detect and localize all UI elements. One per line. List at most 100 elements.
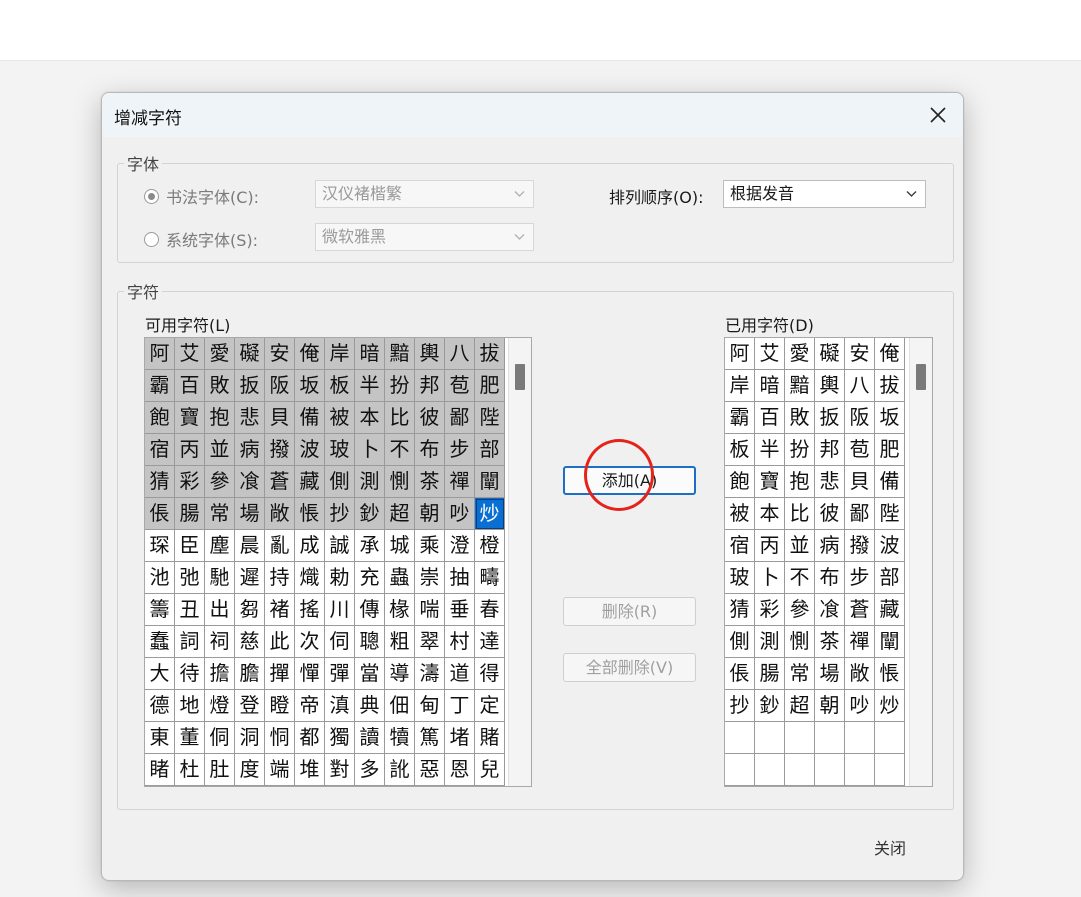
character-cell[interactable]: 抱 bbox=[205, 402, 235, 434]
character-cell[interactable]: 艾 bbox=[755, 338, 785, 370]
character-cell[interactable]: 黯 bbox=[385, 338, 415, 370]
character-cell[interactable]: 本 bbox=[355, 402, 385, 434]
character-cell[interactable]: 睹 bbox=[145, 754, 175, 786]
character-cell[interactable] bbox=[785, 754, 815, 786]
system-font-radio[interactable]: 系统字体(S): bbox=[144, 227, 258, 251]
character-cell[interactable] bbox=[725, 722, 755, 754]
character-cell[interactable]: 愛 bbox=[205, 338, 235, 370]
character-cell[interactable]: 布 bbox=[815, 562, 845, 594]
character-cell[interactable]: 成 bbox=[295, 530, 325, 562]
character-cell[interactable]: 犢 bbox=[385, 722, 415, 754]
character-cell[interactable]: 超 bbox=[385, 498, 415, 530]
character-cell[interactable]: 病 bbox=[815, 530, 845, 562]
character-cell[interactable]: 倀 bbox=[145, 498, 175, 530]
character-cell[interactable]: 彼 bbox=[415, 402, 445, 434]
character-cell[interactable]: 吵 bbox=[445, 498, 475, 530]
character-cell[interactable]: 道 bbox=[445, 658, 475, 690]
character-cell[interactable]: 翠 bbox=[415, 626, 445, 658]
character-cell[interactable]: 板 bbox=[325, 370, 355, 402]
character-cell[interactable]: 阿 bbox=[725, 338, 755, 370]
character-cell[interactable]: 艾 bbox=[175, 338, 205, 370]
character-cell[interactable]: 訛 bbox=[385, 754, 415, 786]
character-cell[interactable]: 闡 bbox=[875, 626, 905, 658]
character-cell[interactable] bbox=[875, 754, 905, 786]
character-cell[interactable]: 板 bbox=[725, 434, 755, 466]
character-cell[interactable]: 場 bbox=[815, 658, 845, 690]
character-cell[interactable]: 禪 bbox=[445, 466, 475, 498]
character-cell[interactable]: 百 bbox=[755, 402, 785, 434]
character-cell[interactable]: 肥 bbox=[875, 434, 905, 466]
character-cell[interactable]: 恫 bbox=[265, 722, 295, 754]
character-cell[interactable]: 常 bbox=[785, 658, 815, 690]
character-cell[interactable]: 亂 bbox=[265, 530, 295, 562]
used-scrollbar[interactable] bbox=[909, 338, 932, 786]
character-cell[interactable]: 城 bbox=[385, 530, 415, 562]
character-cell[interactable]: 抱 bbox=[785, 466, 815, 498]
character-cell[interactable]: 扮 bbox=[785, 434, 815, 466]
character-cell[interactable]: 椽 bbox=[385, 594, 415, 626]
character-cell[interactable]: 炒 bbox=[475, 498, 505, 530]
character-cell[interactable]: 寶 bbox=[755, 466, 785, 498]
character-cell[interactable]: 布 bbox=[415, 434, 445, 466]
character-cell[interactable]: 八 bbox=[845, 370, 875, 402]
character-cell[interactable]: 部 bbox=[475, 434, 505, 466]
character-cell[interactable]: 喘 bbox=[415, 594, 445, 626]
character-cell[interactable]: 蒼 bbox=[845, 594, 875, 626]
character-cell[interactable]: 輿 bbox=[815, 370, 845, 402]
character-cell[interactable]: 拔 bbox=[475, 338, 505, 370]
character-cell[interactable]: 被 bbox=[325, 402, 355, 434]
character-cell[interactable]: 池 bbox=[145, 562, 175, 594]
character-cell[interactable]: 此 bbox=[265, 626, 295, 658]
character-cell[interactable]: 丙 bbox=[175, 434, 205, 466]
character-cell[interactable]: 晨 bbox=[235, 530, 265, 562]
character-cell[interactable]: 鈔 bbox=[755, 690, 785, 722]
character-cell[interactable] bbox=[875, 722, 905, 754]
character-cell[interactable]: 倀 bbox=[725, 658, 755, 690]
character-cell[interactable]: 坂 bbox=[295, 370, 325, 402]
character-cell[interactable]: 玻 bbox=[325, 434, 355, 466]
character-cell[interactable]: 杜 bbox=[175, 754, 205, 786]
character-cell[interactable]: 苞 bbox=[845, 434, 875, 466]
character-cell[interactable]: 彼 bbox=[815, 498, 845, 530]
character-cell[interactable]: 波 bbox=[875, 530, 905, 562]
character-cell[interactable]: 朝 bbox=[815, 690, 845, 722]
character-cell[interactable]: 霸 bbox=[145, 370, 175, 402]
character-cell[interactable]: 茶 bbox=[415, 466, 445, 498]
character-cell[interactable]: 安 bbox=[265, 338, 295, 370]
character-cell[interactable]: 鄙 bbox=[845, 498, 875, 530]
character-cell[interactable]: 搖 bbox=[295, 594, 325, 626]
character-cell[interactable]: 暗 bbox=[355, 338, 385, 370]
character-cell[interactable]: 扳 bbox=[235, 370, 265, 402]
character-cell[interactable]: 霸 bbox=[725, 402, 755, 434]
character-cell[interactable]: 濤 bbox=[415, 658, 445, 690]
character-cell[interactable]: 悲 bbox=[235, 402, 265, 434]
close-button[interactable] bbox=[923, 100, 953, 130]
character-cell[interactable]: 扮 bbox=[385, 370, 415, 402]
character-cell[interactable]: 熾 bbox=[295, 562, 325, 594]
character-cell[interactable]: 超 bbox=[785, 690, 815, 722]
character-cell[interactable]: 比 bbox=[785, 498, 815, 530]
character-cell[interactable]: 琛 bbox=[145, 530, 175, 562]
character-cell[interactable]: 悲 bbox=[815, 466, 845, 498]
character-cell[interactable]: 褚 bbox=[265, 594, 295, 626]
character-cell[interactable]: 猜 bbox=[145, 466, 175, 498]
character-cell[interactable] bbox=[755, 754, 785, 786]
character-cell[interactable]: 參 bbox=[205, 466, 235, 498]
character-cell[interactable]: 半 bbox=[355, 370, 385, 402]
character-cell[interactable]: 彩 bbox=[175, 466, 205, 498]
character-cell[interactable]: 拔 bbox=[875, 370, 905, 402]
character-cell[interactable]: 常 bbox=[205, 498, 235, 530]
character-cell[interactable]: 不 bbox=[385, 434, 415, 466]
character-cell[interactable]: 場 bbox=[235, 498, 265, 530]
character-cell[interactable]: 對 bbox=[325, 754, 355, 786]
character-cell[interactable]: 董 bbox=[175, 722, 205, 754]
character-cell[interactable]: 宿 bbox=[725, 530, 755, 562]
character-cell[interactable]: 本 bbox=[755, 498, 785, 530]
character-cell[interactable]: 猜 bbox=[725, 594, 755, 626]
character-cell[interactable]: 春 bbox=[475, 594, 505, 626]
character-cell[interactable]: 佃 bbox=[385, 690, 415, 722]
character-cell[interactable]: 禪 bbox=[845, 626, 875, 658]
character-cell[interactable]: 敗 bbox=[205, 370, 235, 402]
character-cell[interactable]: 當 bbox=[355, 658, 385, 690]
scrollbar-thumb[interactable] bbox=[916, 364, 926, 390]
